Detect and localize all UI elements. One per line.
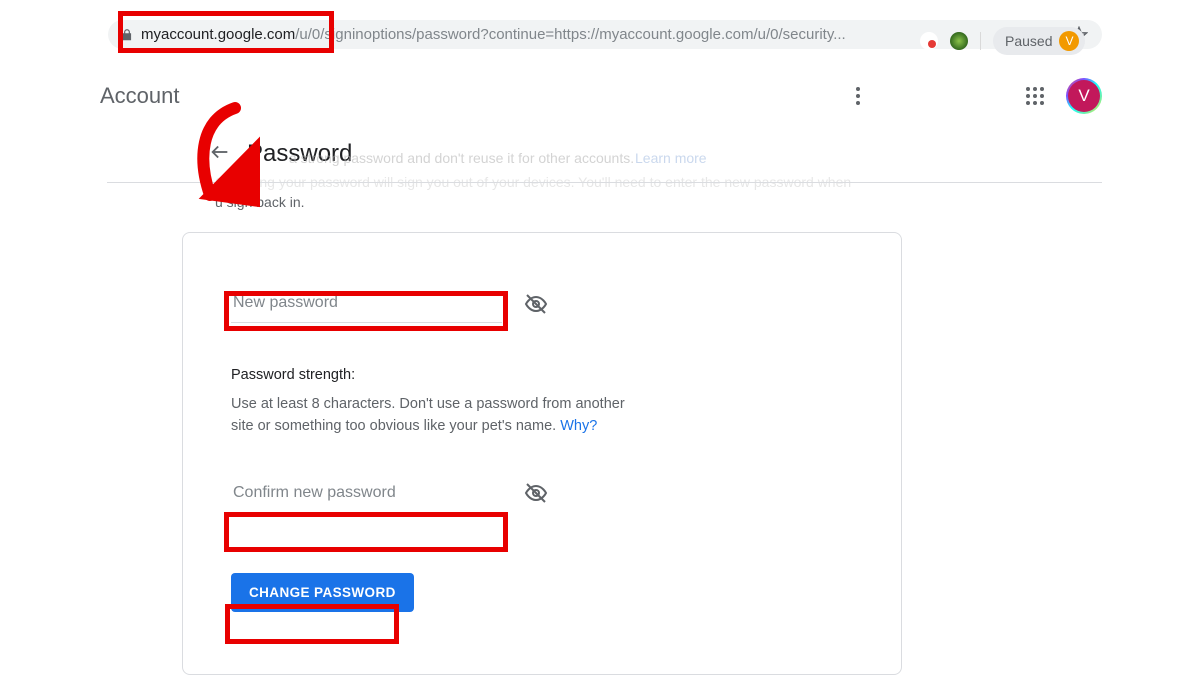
- paused-label: Paused: [1005, 33, 1052, 49]
- back-arrow-icon[interactable]: [209, 141, 231, 168]
- why-link[interactable]: Why?: [560, 418, 597, 434]
- new-password-row: [231, 288, 853, 323]
- intro-text-2b: u sign back in.: [215, 192, 305, 213]
- url-path: /u/0/signinoptions/password?continue=htt…: [295, 26, 845, 43]
- app-header: Account V: [100, 78, 1102, 114]
- new-password-input[interactable]: [231, 288, 502, 323]
- confirm-password-input[interactable]: [231, 478, 502, 513]
- strength-label: Password strength:: [231, 367, 631, 383]
- lock-icon: [120, 28, 132, 42]
- learn-more-link[interactable]: Learn more: [635, 148, 707, 169]
- intro-text-1: a strong password and don't reuse it for…: [289, 148, 634, 169]
- account-avatar[interactable]: V: [1066, 78, 1102, 114]
- apps-grid-icon[interactable]: [1026, 87, 1044, 105]
- profile-paused-chip[interactable]: Paused V: [993, 27, 1085, 55]
- toggle-visibility-icon[interactable]: [524, 292, 548, 320]
- product-name: Account: [100, 83, 180, 109]
- profile-avatar-small: V: [1059, 31, 1079, 51]
- url-host: myaccount.google.com: [141, 26, 295, 43]
- change-password-button[interactable]: Change password: [231, 573, 414, 612]
- strength-text: Use at least 8 characters. Don't use a p…: [231, 393, 631, 438]
- toolbar-divider: [980, 32, 981, 50]
- extension-icon-1[interactable]: [920, 32, 938, 50]
- password-strength-section: Password strength: Use at least 8 charac…: [231, 367, 631, 438]
- toolbar-extras: Paused V: [920, 27, 1085, 55]
- more-options-icon[interactable]: [848, 86, 868, 106]
- confirm-password-row: [231, 478, 853, 513]
- extension-icon-2[interactable]: [950, 32, 968, 50]
- toggle-visibility-icon[interactable]: [524, 481, 548, 509]
- password-card: Password strength: Use at least 8 charac…: [182, 232, 902, 675]
- avatar-letter: V: [1068, 80, 1100, 112]
- header-divider: [107, 182, 1102, 183]
